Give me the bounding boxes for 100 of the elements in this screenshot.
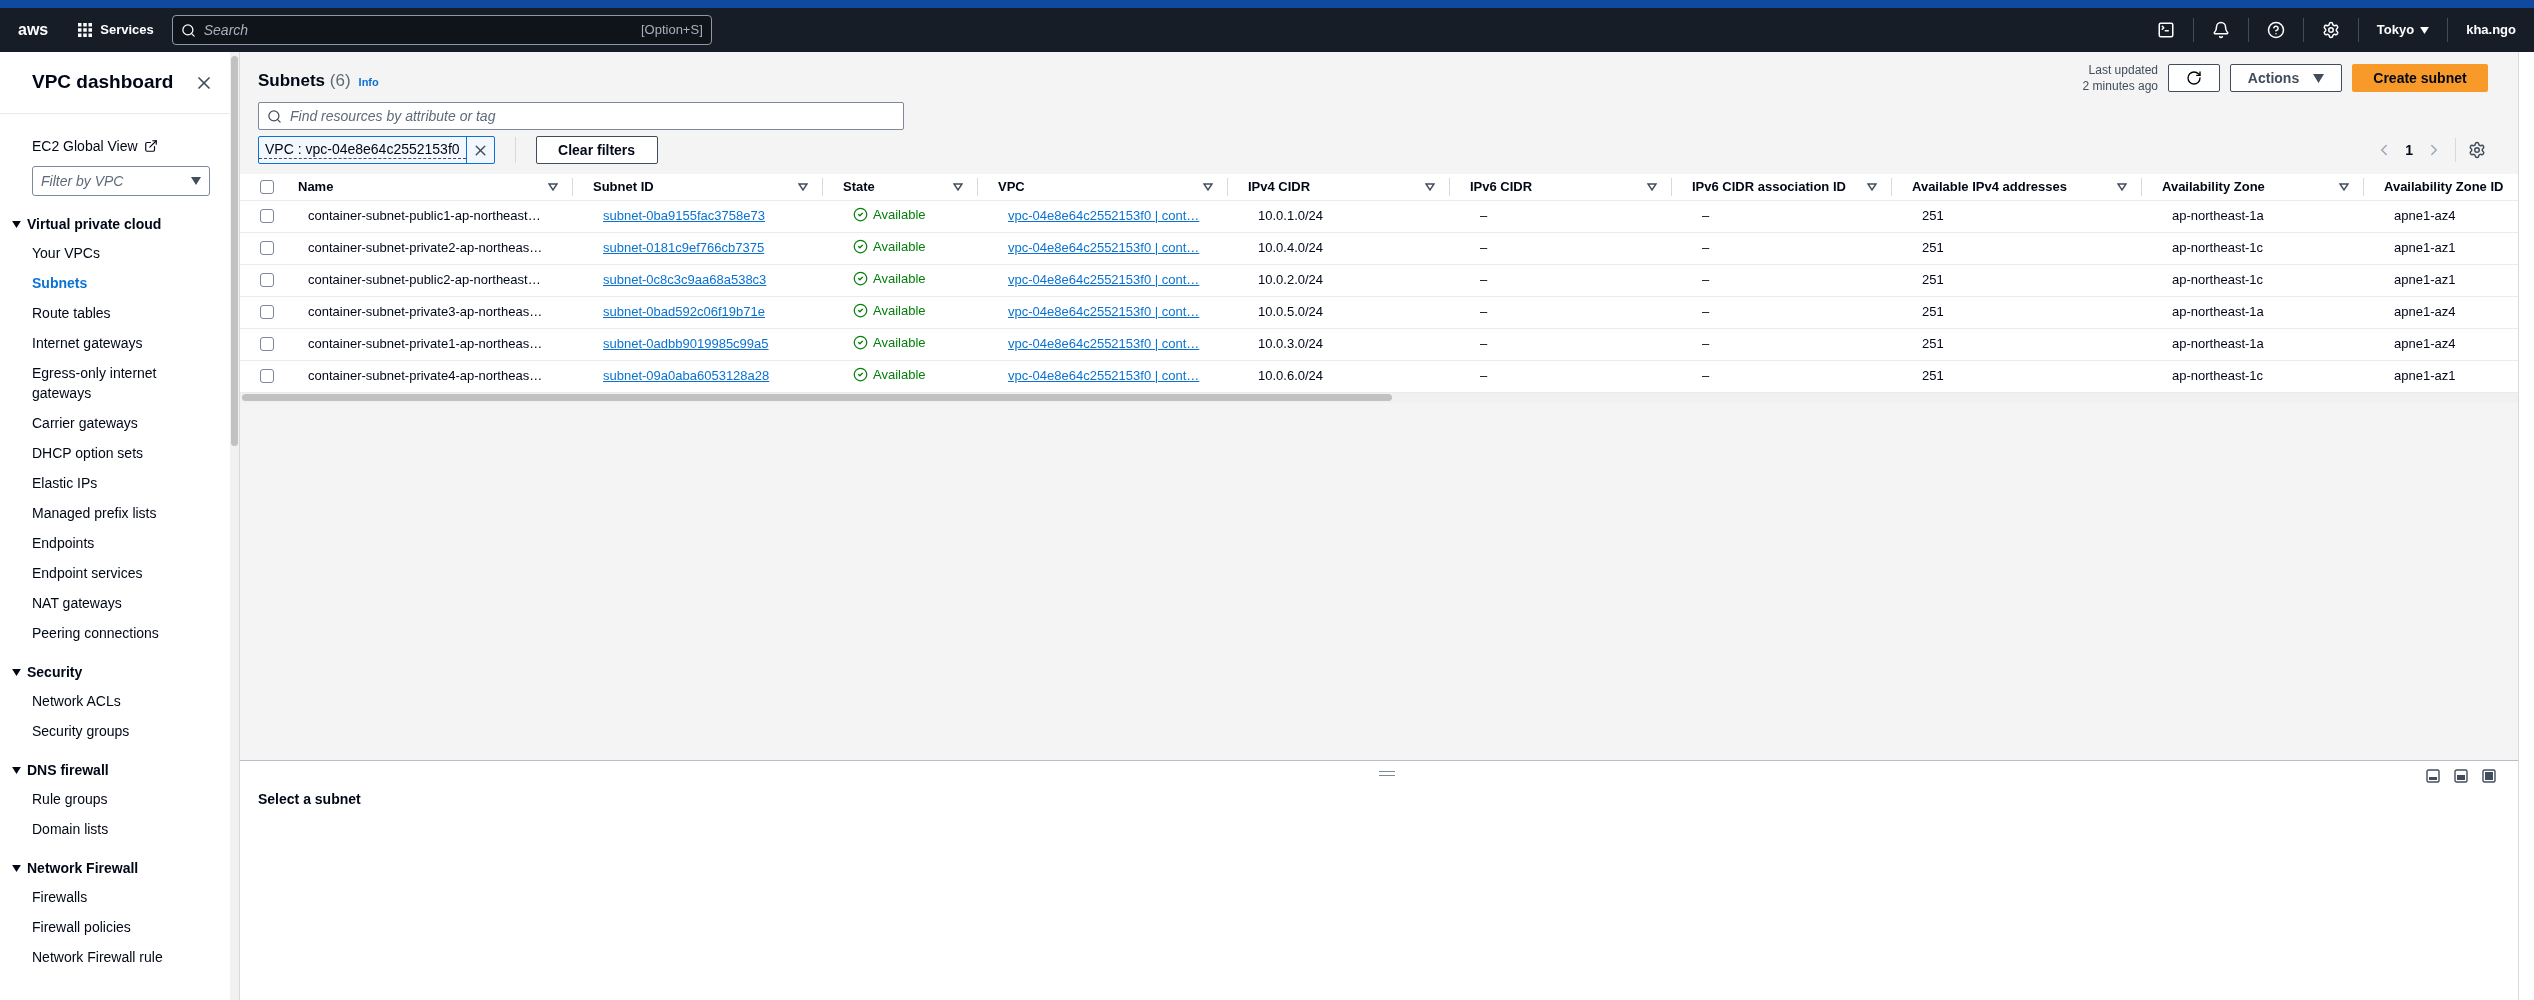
column-header[interactable]: VPC bbox=[998, 177, 1197, 197]
column-header[interactable]: Availability Zone bbox=[2162, 177, 2333, 197]
column-header[interactable]: IPv6 CIDR bbox=[1470, 177, 1641, 197]
horizontal-scrollbar[interactable] bbox=[240, 392, 2518, 403]
nav-link[interactable]: Security groups bbox=[0, 716, 230, 746]
column-header[interactable]: IPv4 CIDR bbox=[1248, 177, 1419, 197]
search-field[interactable]: Search [Option+S] bbox=[171, 15, 712, 45]
bell-icon[interactable] bbox=[2211, 21, 2230, 39]
page-number[interactable]: 1 bbox=[2405, 139, 2413, 161]
table-cell: ap-northeast-1a bbox=[2172, 304, 2264, 320]
row-checkbox[interactable] bbox=[260, 337, 274, 351]
sort-icon[interactable] bbox=[1867, 182, 1877, 191]
column-header[interactable]: State bbox=[843, 177, 947, 197]
settings-icon[interactable] bbox=[2321, 21, 2340, 39]
nav-link[interactable]: Route tables bbox=[0, 298, 230, 328]
row-checkbox[interactable] bbox=[260, 305, 274, 319]
column-header[interactable]: Name bbox=[298, 177, 542, 197]
subnet-id-link[interactable]: subnet-0adbb9019985c99a5 bbox=[603, 336, 769, 352]
sort-icon[interactable] bbox=[1425, 182, 1435, 191]
section-header[interactable]: Virtual private cloud bbox=[0, 210, 230, 238]
select-all-checkbox[interactable] bbox=[260, 179, 274, 194]
subnet-id-link[interactable]: subnet-09a0aba6053128a28 bbox=[603, 368, 770, 384]
nav-link[interactable]: Firewall policies bbox=[0, 912, 230, 942]
vpc-link[interactable]: vpc-04e8e64c2552153f0 | cont… bbox=[1008, 208, 1200, 224]
subnet-id-link[interactable]: subnet-0181c9ef766cb7375 bbox=[603, 240, 765, 256]
filter-token[interactable]: VPC : vpc-04e8e64c2552153f0 bbox=[258, 136, 495, 164]
create-subnet-button[interactable]: Create subnet bbox=[2352, 64, 2488, 92]
nav-link[interactable]: Carrier gateways bbox=[0, 408, 230, 438]
vpc-link[interactable]: vpc-04e8e64c2552153f0 | cont… bbox=[1008, 368, 1200, 384]
shortcut-hint: [Option+S] bbox=[640, 21, 703, 40]
table-cell: 10.0.1.0/24 bbox=[1258, 208, 1324, 224]
sort-icon[interactable] bbox=[2117, 182, 2127, 191]
nav-link[interactable]: Peering connections bbox=[0, 618, 230, 648]
vpc-link[interactable]: vpc-04e8e64c2552153f0 | cont… bbox=[1008, 304, 1200, 320]
account-menu[interactable]: kha.ngo bbox=[2466, 20, 2516, 40]
nav-link[interactable]: Your VPCs bbox=[0, 238, 230, 268]
sort-icon[interactable] bbox=[953, 182, 963, 191]
subnet-id-link[interactable]: subnet-0bad592c06f19b71e bbox=[603, 304, 765, 320]
nav-link[interactable]: Firewalls bbox=[0, 882, 230, 912]
row-checkbox[interactable] bbox=[260, 369, 274, 383]
column-header[interactable]: Availability Zone ID bbox=[2384, 177, 2518, 197]
nav-link[interactable]: Elastic IPs bbox=[0, 468, 230, 498]
table-cell: – bbox=[1480, 368, 1488, 384]
nav-link[interactable]: Managed prefix lists bbox=[0, 498, 230, 528]
subnet-id-link[interactable]: subnet-0c8c3c9aa68a538c3 bbox=[603, 272, 767, 288]
global-view-link[interactable]: EC2 Global View bbox=[32, 134, 230, 158]
column-header[interactable]: Subnet ID bbox=[593, 177, 792, 197]
sort-icon[interactable] bbox=[2339, 182, 2349, 191]
section-header[interactable]: Security bbox=[0, 658, 230, 686]
resize-handle[interactable] bbox=[1379, 771, 1395, 776]
split-panel-icon[interactable] bbox=[2454, 769, 2468, 783]
row-checkbox[interactable] bbox=[260, 209, 274, 223]
refresh-button[interactable] bbox=[2168, 64, 2220, 92]
table-cell: – bbox=[1702, 240, 1710, 256]
column-header[interactable]: Available IPv4 addresses bbox=[1912, 177, 2111, 197]
terminal-icon[interactable] bbox=[2156, 21, 2175, 39]
sort-icon[interactable] bbox=[1203, 182, 1213, 191]
scrollbar[interactable] bbox=[230, 52, 239, 1000]
row-checkbox[interactable] bbox=[260, 273, 274, 287]
clear-filters-button[interactable]: Clear filters bbox=[535, 136, 658, 164]
nav-link[interactable]: Subnets bbox=[0, 268, 230, 298]
nav-link[interactable]: Endpoint services bbox=[0, 558, 230, 588]
search-field[interactable]: Find resources by attribute or tag bbox=[258, 102, 904, 130]
table-cell: ap-northeast-1c bbox=[2172, 368, 2264, 384]
aws-logo[interactable]: aws bbox=[18, 22, 49, 38]
nav-link[interactable]: Network Firewall rule bbox=[0, 942, 230, 972]
info-link[interactable]: Info bbox=[358, 74, 379, 91]
details-message: Select a subnet bbox=[258, 790, 362, 809]
nav-link[interactable]: Egress-only internet gateways bbox=[0, 358, 230, 408]
nav-link[interactable]: Endpoints bbox=[0, 528, 230, 558]
actions-button[interactable]: Actions bbox=[2230, 64, 2342, 92]
table-cell: 251 bbox=[1922, 272, 1944, 288]
table-cell: 10.0.3.0/24 bbox=[1258, 336, 1324, 352]
sort-icon[interactable] bbox=[1647, 182, 1657, 191]
full-panel-icon[interactable] bbox=[2482, 769, 2496, 783]
vpc-link[interactable]: vpc-04e8e64c2552153f0 | cont… bbox=[1008, 272, 1200, 288]
vpc-link[interactable]: vpc-04e8e64c2552153f0 | cont… bbox=[1008, 240, 1200, 256]
nav-link[interactable]: Domain lists bbox=[0, 814, 230, 844]
table-cell: apne1-az1 bbox=[2394, 272, 2456, 288]
nav-link[interactable]: Internet gateways bbox=[0, 328, 230, 358]
external-link-icon bbox=[143, 139, 158, 153]
services-link[interactable]: Services bbox=[100, 20, 154, 40]
nav-link[interactable]: DHCP option sets bbox=[0, 438, 230, 468]
sort-icon[interactable] bbox=[798, 182, 808, 191]
sort-icon[interactable] bbox=[548, 182, 558, 191]
region-menu[interactable]: Tokyo bbox=[2376, 20, 2430, 40]
subnet-id-link[interactable]: subnet-0ba9155fac3758e73 bbox=[603, 208, 765, 224]
column-header[interactable]: IPv6 CIDR association ID bbox=[1692, 177, 1861, 197]
help-icon[interactable] bbox=[2266, 21, 2285, 39]
nav-link[interactable]: NAT gateways bbox=[0, 588, 230, 618]
section-header[interactable]: DNS firewall bbox=[0, 756, 230, 784]
vpc-link[interactable]: vpc-04e8e64c2552153f0 | cont… bbox=[1008, 336, 1200, 352]
section-header[interactable]: Network Firewall bbox=[0, 854, 230, 882]
nav-link[interactable]: Rule groups bbox=[0, 784, 230, 814]
bottom-panel-icon[interactable] bbox=[2426, 769, 2440, 783]
nav-link[interactable]: Network ACLs bbox=[0, 686, 230, 716]
vpc-filter-select[interactable]: Filter by VPC bbox=[32, 166, 210, 196]
table-cell: 251 bbox=[1922, 368, 1944, 384]
row-checkbox[interactable] bbox=[260, 241, 274, 255]
preferences-icon[interactable] bbox=[2468, 141, 2486, 159]
